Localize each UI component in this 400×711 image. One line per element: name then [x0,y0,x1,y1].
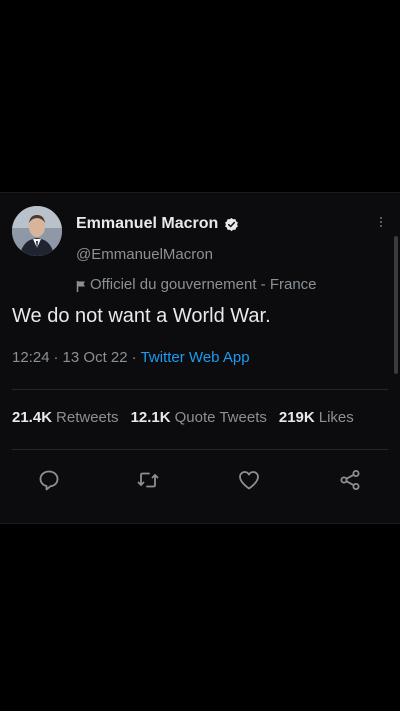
tweet-date[interactable]: 13 Oct 22 [63,349,128,366]
retweets-label: Retweets [56,409,119,426]
retweet-icon[interactable] [136,468,160,492]
retweets-stat[interactable]: 21.4K Retweets [12,409,119,426]
flag-icon [76,279,86,292]
tweet-source-link[interactable]: Twitter Web App [141,349,250,366]
likes-label: Likes [318,409,354,426]
engagement-stats: 21.4K Retweets 12.1K Quote Tweets 219K Like… [12,409,354,426]
tweet-actions [0,468,400,498]
reply-icon[interactable] [37,468,61,492]
share-icon[interactable] [338,468,362,492]
divider [12,389,388,390]
quote-tweets-count: 12.1K [130,409,171,426]
tweet-text: We do not want a World War. [12,305,271,327]
tweet-meta: 12:24 · 13 Oct 22 · Twitter Web App [12,349,250,366]
government-label: Officiel du gouvernement - France [76,276,317,293]
meta-separator: · [53,349,59,366]
likes-count: 219K [278,409,315,426]
verified-badge-icon [224,217,239,232]
quote-tweets-stat[interactable]: 12.1K Quote Tweets [131,409,267,426]
more-options-icon[interactable] [374,213,388,231]
government-label-text: Officiel du gouvernement - France [90,276,317,293]
scrollbar[interactable] [394,236,398,374]
avatar[interactable] [12,206,62,256]
author-name-row: Emmanuel Macron [76,213,239,235]
author-handle[interactable]: @EmmanuelMacron [76,246,213,263]
retweets-count: 21.4K [12,409,53,426]
tweet-card[interactable]: Emmanuel Macron @EmmanuelMacron Officiel… [0,192,400,524]
tweet-time[interactable]: 12:24 [12,349,50,366]
likes-stat[interactable]: 219K Likes [279,409,354,426]
quote-tweets-label: Quote Tweets [174,409,267,426]
like-icon[interactable] [237,468,261,492]
meta-separator: · [131,349,137,366]
divider [12,449,388,450]
author-name[interactable]: Emmanuel Macron [76,215,218,233]
